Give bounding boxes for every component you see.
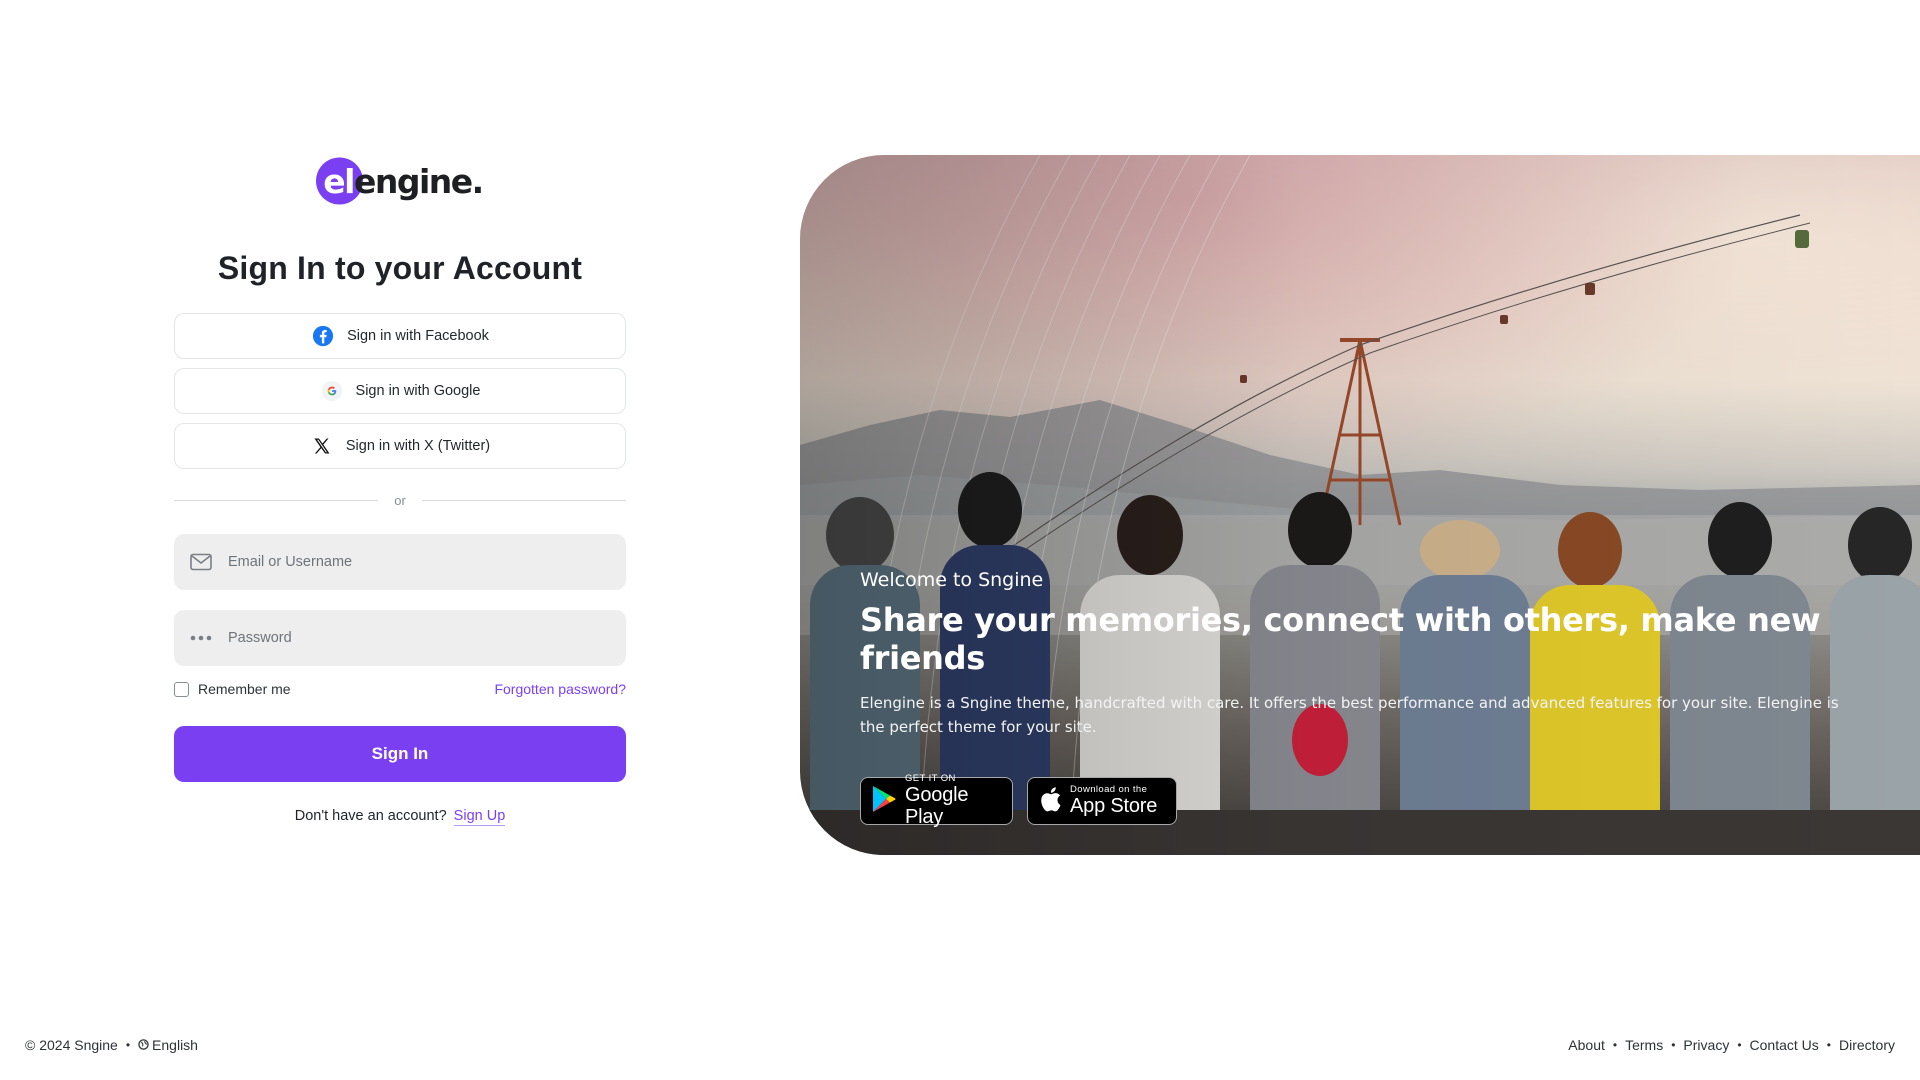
google-play-text: GET IT ON Google Play bbox=[905, 773, 1002, 829]
twitter-signin-label: Sign in with X (Twitter) bbox=[345, 438, 491, 454]
signup-link[interactable]: Sign Up bbox=[453, 808, 506, 826]
hero-welcome: Welcome to Sngine bbox=[860, 569, 1044, 591]
hero-headline: Share your memories, connect with others… bbox=[860, 601, 1821, 677]
google-play-button[interactable]: GET IT ON Google Play bbox=[860, 773, 1013, 829]
or-divider: or bbox=[174, 493, 626, 508]
app-store-button[interactable]: Download on the App Store bbox=[1027, 777, 1177, 825]
app-store-big: App Store bbox=[1070, 795, 1158, 817]
divider-line-right bbox=[421, 500, 626, 501]
footer-link-terms[interactable]: Terms bbox=[1625, 1037, 1663, 1053]
footer-link-contact[interactable]: Contact Us bbox=[1750, 1037, 1819, 1053]
footer-separator: • bbox=[1737, 1038, 1742, 1052]
google-play-icon bbox=[871, 785, 897, 818]
remember-me[interactable]: Remember me bbox=[174, 681, 291, 697]
footer-links: About • Terms • Privacy • Contact Us • D… bbox=[1568, 1037, 1895, 1053]
app-store-text: Download on the App Store bbox=[1070, 784, 1158, 818]
x-icon bbox=[310, 434, 334, 458]
divider-line-left bbox=[174, 500, 379, 501]
google-play-small: GET IT ON bbox=[905, 773, 956, 784]
app-store-small: Download on the bbox=[1070, 784, 1148, 795]
password-field[interactable] bbox=[174, 610, 626, 666]
forgot-password-link[interactable]: Forgotten password? bbox=[494, 681, 626, 697]
language-label: English bbox=[152, 1037, 198, 1053]
hero-content: Welcome to Sngine Share your memories, c… bbox=[860, 569, 1870, 829]
envelope-icon bbox=[190, 551, 212, 573]
footer-link-privacy[interactable]: Privacy bbox=[1683, 1037, 1729, 1053]
footer: © 2024 Sngine • English About • Terms • … bbox=[25, 1035, 1895, 1055]
password-input[interactable] bbox=[228, 610, 626, 666]
email-input[interactable] bbox=[228, 534, 626, 590]
footer-separator: • bbox=[125, 1038, 131, 1052]
globe-icon bbox=[138, 1039, 149, 1050]
twitter-signin-button[interactable]: Sign in with X (Twitter) bbox=[174, 423, 626, 469]
footer-link-directory[interactable]: Directory bbox=[1839, 1037, 1895, 1053]
hero-banner: Welcome to Sngine Share your memories, c… bbox=[800, 155, 1920, 855]
hero-description: Elengine is a Sngine theme, handcrafted … bbox=[860, 694, 1839, 736]
footer-left: © 2024 Sngine • English bbox=[25, 1037, 198, 1053]
apple-icon bbox=[1038, 785, 1062, 818]
logo-mark: el bbox=[316, 157, 364, 205]
facebook-signin-label: Sign in with Facebook bbox=[347, 328, 489, 344]
dots-icon bbox=[190, 627, 212, 649]
google-play-big: Google Play bbox=[905, 784, 969, 828]
form-options-row: Remember me Forgotten password? bbox=[174, 681, 626, 697]
remember-checkbox[interactable] bbox=[174, 681, 189, 697]
signin-panel: el engine. Sign In to your Account Sign … bbox=[174, 156, 626, 826]
footer-link-about[interactable]: About bbox=[1568, 1037, 1605, 1053]
signin-button[interactable]: Sign In bbox=[174, 726, 626, 782]
page-title: Sign In to your Account bbox=[217, 250, 583, 286]
google-signin-button[interactable]: Sign in with Google bbox=[174, 368, 626, 414]
signup-prompt: Don't have an account? bbox=[294, 808, 447, 824]
copyright: © 2024 Sngine bbox=[25, 1037, 118, 1053]
footer-separator: • bbox=[1826, 1038, 1831, 1052]
google-signin-label: Sign in with Google bbox=[355, 383, 481, 399]
email-field[interactable] bbox=[174, 534, 626, 590]
elengine-logo[interactable]: el engine. bbox=[174, 156, 626, 206]
divider-text: or bbox=[394, 493, 406, 508]
app-store-badges: GET IT ON Google Play Download on the Ap… bbox=[860, 773, 1870, 829]
signup-row: Don't have an account? Sign Up bbox=[174, 808, 626, 826]
logo-text: engine. bbox=[353, 161, 484, 201]
google-icon bbox=[320, 379, 344, 403]
footer-separator: • bbox=[1612, 1038, 1618, 1052]
facebook-icon bbox=[311, 324, 335, 348]
footer-separator: • bbox=[1671, 1038, 1676, 1052]
language-selector[interactable]: English bbox=[138, 1037, 198, 1053]
logo-mark-text: el bbox=[323, 161, 355, 201]
facebook-signin-button[interactable]: Sign in with Facebook bbox=[174, 313, 626, 359]
remember-label: Remember me bbox=[198, 681, 291, 697]
social-signin-group: Sign in with Facebook Sign in with Googl… bbox=[174, 313, 626, 469]
